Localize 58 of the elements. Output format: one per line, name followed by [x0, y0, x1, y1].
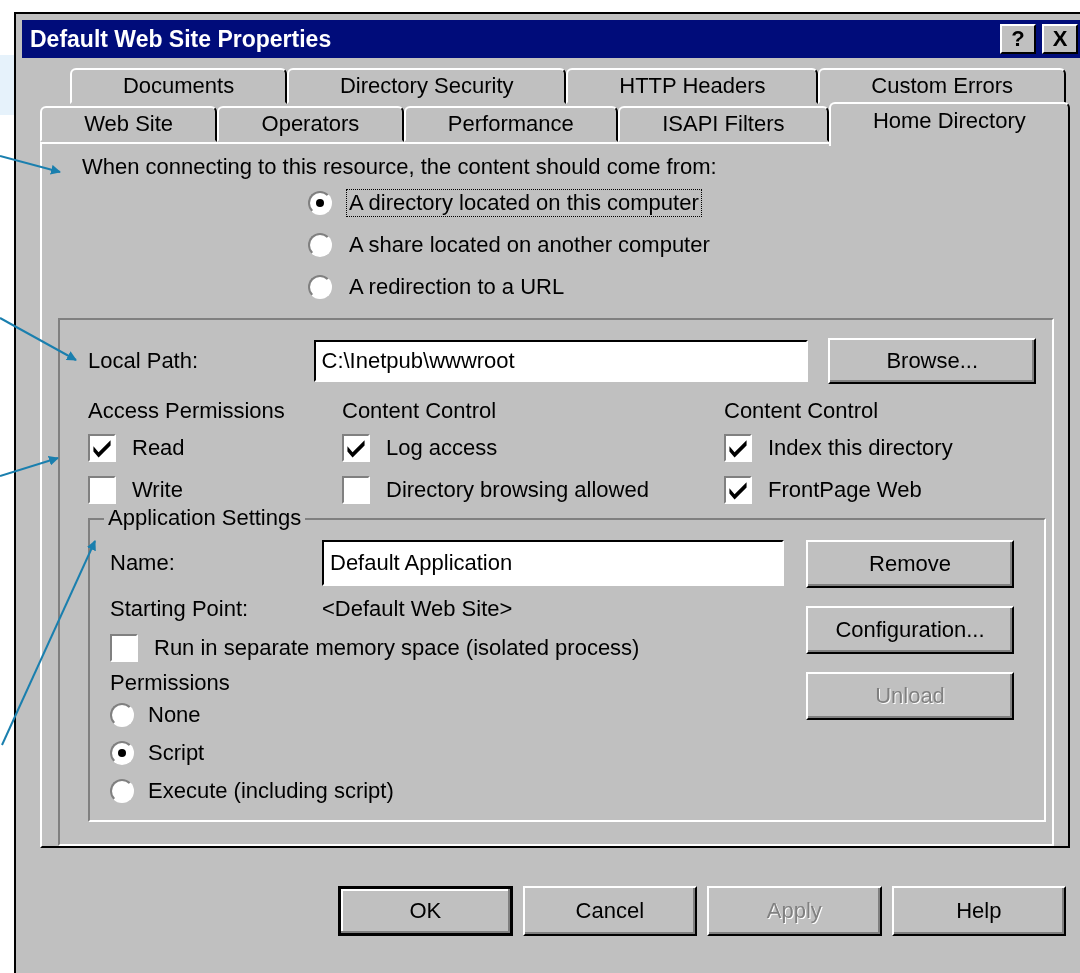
dialog-button[interactable]: OK — [338, 886, 513, 936]
radio-button[interactable] — [308, 233, 332, 257]
field-value: <Default Web Site> — [322, 596, 513, 622]
section-heading: Permissions — [110, 670, 231, 696]
input-field[interactable]: Default Application — [322, 540, 784, 586]
dialog-button[interactable]: Help — [891, 886, 1066, 936]
input-field[interactable]: C:\Inetpub\wwwroot — [313, 340, 809, 382]
checkbox[interactable] — [724, 434, 752, 462]
action-button[interactable]: Configuration... — [806, 606, 1014, 654]
radio-button[interactable] — [308, 275, 332, 299]
checkbox[interactable] — [342, 434, 370, 462]
radio-label: Script — [148, 740, 205, 766]
checkbox-label: Log access — [386, 435, 498, 461]
close-button[interactable]: X — [1042, 24, 1078, 54]
field-label: Starting Point: — [110, 596, 250, 622]
radio-button[interactable] — [110, 741, 134, 765]
radio-button[interactable] — [308, 191, 332, 215]
section-heading: Content Control — [342, 398, 498, 424]
tab[interactable]: ISAPI Filters — [618, 106, 829, 142]
action-button[interactable]: Remove — [806, 540, 1014, 588]
radio-button[interactable] — [110, 703, 134, 727]
checkbox[interactable] — [724, 476, 752, 504]
window-title: Default Web Site Properties — [30, 25, 332, 53]
radio-label: Execute (including script) — [148, 778, 394, 804]
browse-button[interactable]: Browse... — [828, 338, 1036, 384]
checkbox-label: Run in separate memory space (isolated process) — [154, 635, 640, 661]
field-label: Local Path: — [88, 348, 200, 374]
annotation-arrow — [0, 155, 61, 175]
tab[interactable]: HTTP Headers — [566, 68, 819, 104]
checkbox-label: Directory browsing allowed — [386, 477, 649, 503]
section-heading: Content Control — [724, 398, 880, 424]
tab[interactable]: Web Site — [40, 106, 218, 142]
prompt-text: When connecting to this resource, the content should come from: — [82, 154, 718, 180]
checkbox-label: Index this directory — [768, 435, 953, 461]
tab[interactable]: Operators — [217, 106, 404, 142]
radio-label: A directory located on this computer — [346, 189, 702, 217]
highlight-panel — [0, 55, 14, 115]
radio-button[interactable] — [110, 779, 134, 803]
checkbox[interactable] — [342, 476, 370, 504]
annotation-arrow — [0, 455, 59, 477]
tab[interactable]: Directory Security — [287, 68, 567, 104]
checkbox[interactable] — [110, 634, 138, 662]
checkbox-label: Read — [132, 435, 185, 461]
field-label: Name: — [110, 550, 176, 576]
checkbox-label: Write — [132, 477, 183, 503]
help-button[interactable]: ? — [1000, 24, 1036, 54]
checkbox-label: FrontPage Web — [768, 477, 922, 503]
section-heading: Access Permissions — [88, 398, 286, 424]
radio-label: A share located on another computer — [348, 231, 711, 259]
checkbox[interactable] — [88, 476, 116, 504]
tab[interactable]: Performance — [403, 106, 618, 142]
tab[interactable]: Custom Errors — [818, 68, 1066, 104]
dialog-button[interactable]: Cancel — [522, 886, 698, 936]
tab[interactable]: Home Directory — [828, 102, 1070, 146]
radio-label: A redirection to a URL — [348, 273, 566, 301]
radio-label: None — [148, 702, 201, 728]
tab[interactable]: Documents — [70, 68, 288, 104]
checkbox[interactable] — [88, 434, 116, 462]
